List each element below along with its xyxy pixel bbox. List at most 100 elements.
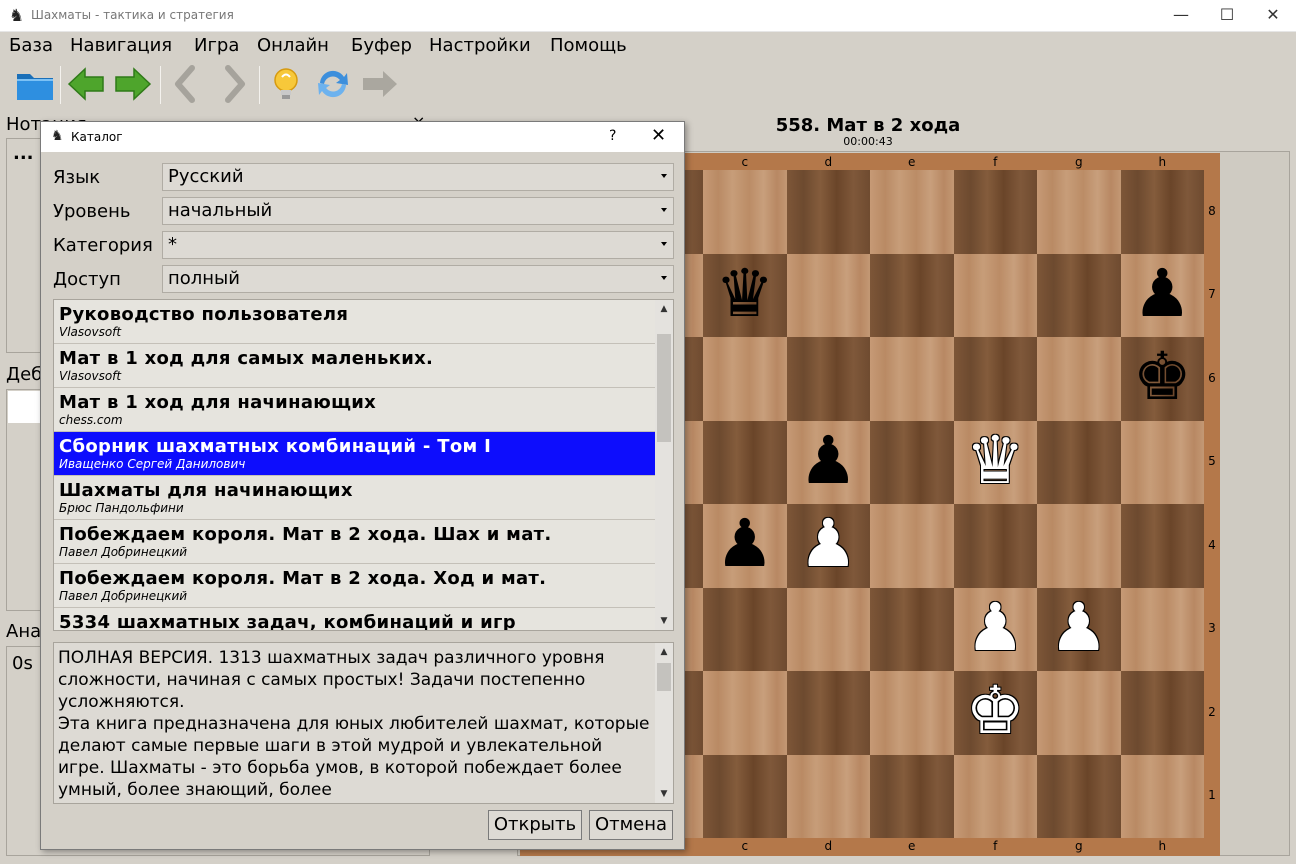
folder-icon[interactable] <box>14 63 56 105</box>
minimize-button[interactable]: — <box>1158 0 1204 32</box>
black-king-icon[interactable]: ♚ <box>1121 337 1205 421</box>
black-pawn-icon[interactable]: ♟ <box>703 504 787 588</box>
square-f8[interactable] <box>953 170 1037 254</box>
hint-bulb-icon[interactable] <box>265 63 307 105</box>
square-h3[interactable] <box>1120 587 1204 671</box>
square-e3[interactable] <box>870 587 954 671</box>
square-g1[interactable] <box>1037 754 1121 838</box>
list-item[interactable]: Мат в 1 ход для начинающих chess.com <box>54 388 656 432</box>
white-pawn-icon[interactable]: ♟ <box>954 588 1038 672</box>
menu-navigation[interactable]: Навигация <box>70 34 172 58</box>
file-label: e <box>908 155 916 169</box>
description-scrollbar[interactable]: ▲ ▼ <box>655 643 673 803</box>
maximize-button[interactable]: ☐ <box>1204 0 1250 32</box>
scroll-down-icon[interactable]: ▼ <box>655 612 673 630</box>
open-button[interactable]: Открыть <box>488 810 582 840</box>
scroll-up-icon[interactable]: ▲ <box>655 643 673 661</box>
list-item[interactable]: Мат в 1 ход для самых маленьких. Vlasovso… <box>54 344 656 388</box>
file-label: f <box>993 155 998 169</box>
black-queen-icon[interactable]: ♛ <box>703 254 787 338</box>
menu-game[interactable]: Игра <box>194 34 239 58</box>
cancel-button[interactable]: Отмена <box>589 810 673 840</box>
menu-settings[interactable]: Настройки <box>429 34 531 58</box>
list-item[interactable]: 5334 шахматных задач, комбинаций и игр <box>54 608 656 630</box>
list-item[interactable]: Побеждаем короля. Мат в 2 хода. Шах и ма… <box>54 520 656 564</box>
next-icon[interactable] <box>212 63 254 105</box>
square-e1[interactable] <box>870 754 954 838</box>
access-label: Доступ <box>53 269 121 290</box>
square-e7[interactable] <box>870 253 954 337</box>
square-g5[interactable] <box>1037 420 1121 504</box>
menu-buffer[interactable]: Буфер <box>351 34 412 58</box>
level-select[interactable]: начальный <box>162 197 674 225</box>
square-h1[interactable] <box>1120 754 1204 838</box>
square-f4[interactable] <box>953 504 1037 588</box>
square-e6[interactable] <box>870 337 954 421</box>
square-d3[interactable] <box>786 587 870 671</box>
list-item[interactable]: Руководство пользователя Vlasovsoft <box>54 300 656 344</box>
black-pawn-icon[interactable]: ♟ <box>1121 254 1205 338</box>
square-d7[interactable] <box>786 253 870 337</box>
white-pawn-icon[interactable]: ♟ <box>1037 588 1121 672</box>
list-item[interactable]: Шахматы для начинающих Брюс Пандольфини <box>54 476 656 520</box>
square-c2[interactable] <box>703 671 787 755</box>
square-c8[interactable] <box>703 170 787 254</box>
menu-online[interactable]: Онлайн <box>257 34 329 58</box>
chevron-down-icon <box>661 276 667 280</box>
description-box[interactable]: ПОЛНАЯ ВЕРСИЯ. 1313 шахматных задач разл… <box>53 642 674 804</box>
square-d8[interactable] <box>786 170 870 254</box>
square-e5[interactable] <box>870 420 954 504</box>
scroll-up-icon[interactable]: ▲ <box>655 300 673 318</box>
square-c6[interactable] <box>703 337 787 421</box>
square-g7[interactable] <box>1037 253 1121 337</box>
menu-bar: База Навигация Игра Онлайн Буфер Настрой… <box>0 32 1296 60</box>
menu-help[interactable]: Помощь <box>550 34 627 58</box>
back-arrow-icon[interactable] <box>65 63 107 105</box>
square-f7[interactable] <box>953 253 1037 337</box>
rank-label: 5 <box>1208 454 1216 469</box>
square-h8[interactable] <box>1120 170 1204 254</box>
black-pawn-icon[interactable]: ♟ <box>787 421 871 505</box>
square-g4[interactable] <box>1037 504 1121 588</box>
square-g6[interactable] <box>1037 337 1121 421</box>
arrow-right-icon[interactable] <box>359 63 401 105</box>
square-e4[interactable] <box>870 504 954 588</box>
square-g2[interactable] <box>1037 671 1121 755</box>
prev-icon[interactable] <box>166 63 208 105</box>
refresh-icon[interactable] <box>312 63 354 105</box>
square-h2[interactable] <box>1120 671 1204 755</box>
menu-baza[interactable]: База <box>9 34 53 58</box>
square-h4[interactable] <box>1120 504 1204 588</box>
scroll-thumb[interactable] <box>657 334 671 442</box>
file-label: f <box>993 839 998 853</box>
close-window-button[interactable]: ✕ <box>1250 0 1296 32</box>
square-f6[interactable] <box>953 337 1037 421</box>
square-d6[interactable] <box>786 337 870 421</box>
level-value: начальный <box>168 200 273 221</box>
square-h5[interactable] <box>1120 420 1204 504</box>
square-d2[interactable] <box>786 671 870 755</box>
language-select[interactable]: Русский <box>162 163 674 191</box>
forward-arrow-icon[interactable] <box>112 63 154 105</box>
access-select[interactable]: полный <box>162 265 674 293</box>
square-c5[interactable] <box>703 420 787 504</box>
square-d1[interactable] <box>786 754 870 838</box>
book-list[interactable]: Руководство пользователя Vlasovsoft Мат в… <box>53 299 674 631</box>
dialog-help-button[interactable]: ? <box>609 128 616 144</box>
list-scrollbar[interactable]: ▲ ▼ <box>655 300 673 630</box>
white-king-icon[interactable]: ♚ <box>954 671 1038 755</box>
square-c1[interactable] <box>703 754 787 838</box>
scroll-down-icon[interactable]: ▼ <box>655 785 673 803</box>
scroll-thumb[interactable] <box>657 663 671 691</box>
list-item-selected[interactable]: Сборник шахматных комбинаций - Том I Иващ… <box>54 432 656 476</box>
square-f1[interactable] <box>953 754 1037 838</box>
dialog-close-button[interactable]: ✕ <box>651 125 666 146</box>
square-e2[interactable] <box>870 671 954 755</box>
white-queen-icon[interactable]: ♛ <box>954 421 1038 505</box>
square-c3[interactable] <box>703 587 787 671</box>
category-select[interactable]: * <box>162 231 674 259</box>
white-pawn-icon[interactable]: ♟ <box>787 504 871 588</box>
square-e8[interactable] <box>870 170 954 254</box>
square-g8[interactable] <box>1037 170 1121 254</box>
list-item[interactable]: Побеждаем короля. Мат в 2 хода. Ход и ма… <box>54 564 656 608</box>
